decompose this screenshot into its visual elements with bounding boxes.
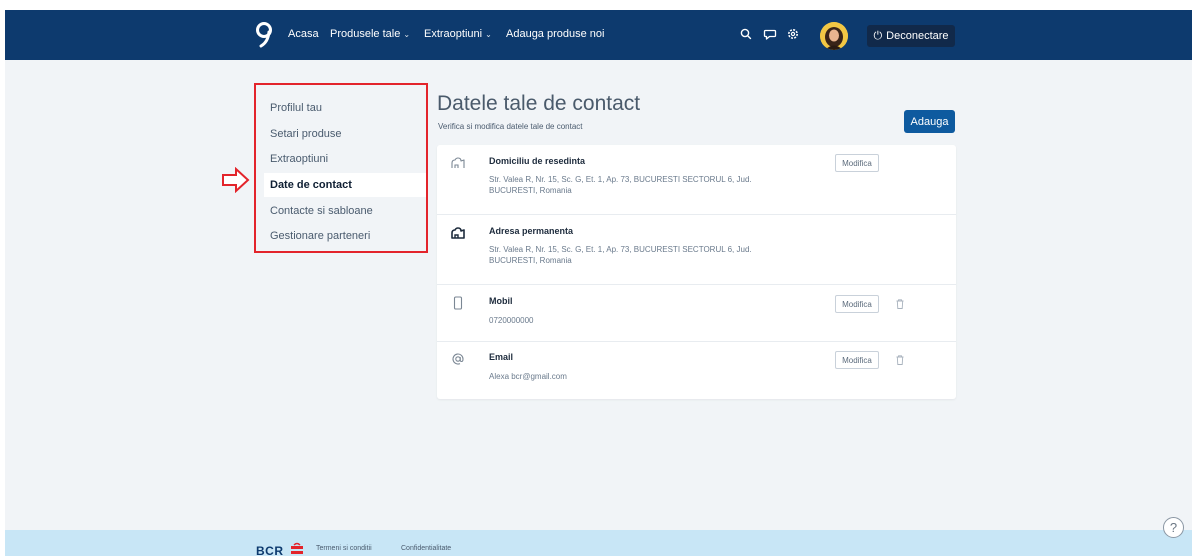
at-sign-icon: [452, 353, 464, 365]
contact-row-residence: Domiciliu de resedinta Str. Valea R, Nr.…: [437, 145, 956, 215]
footer: BCR Termeni si conditii Confidentialitat…: [5, 530, 1192, 556]
modify-button[interactable]: Modifica: [835, 295, 879, 313]
sidebar-item-contact-data[interactable]: Date de contact: [264, 173, 426, 197]
home-outline-icon: [451, 157, 465, 168]
logout-button[interactable]: ⏻ Deconectare: [867, 25, 955, 47]
help-button[interactable]: ?: [1163, 517, 1184, 538]
sidebar-item-extras[interactable]: Extraoptiuni: [264, 147, 426, 171]
phone-icon: [453, 296, 463, 310]
contact-data-card: Domiciliu de resedinta Str. Valea R, Nr.…: [437, 145, 956, 399]
chat-icon[interactable]: [762, 26, 778, 42]
contact-row-permanent-address: Adresa permanenta Str. Valea R, Nr. 15, …: [437, 215, 956, 285]
row-email-address: Alexa bcr@gmail.com: [489, 372, 567, 381]
bcr-logo-icon: [291, 542, 303, 554]
row-phone-number: 0720000000: [489, 316, 534, 325]
home-filled-icon: [451, 227, 465, 239]
gear-icon[interactable]: [785, 26, 801, 42]
add-contact-button[interactable]: Adauga: [904, 110, 955, 133]
sidebar-item-contacts-templates[interactable]: Contacte si sabloane: [264, 199, 426, 223]
sidebar-item-profile[interactable]: Profilul tau: [264, 96, 426, 120]
sidebar-item-product-settings[interactable]: Setari produse: [264, 122, 426, 146]
settings-sidebar: Profilul tau Setari produse Extraoptiuni…: [254, 83, 428, 253]
row-title: Adresa permanenta: [489, 226, 574, 236]
george-logo[interactable]: [253, 20, 275, 50]
sidebar-item-partners[interactable]: Gestionare parteneri: [264, 224, 426, 248]
row-address: Str. Valea R, Nr. 15, Sc. G, Et. 1, Ap. …: [489, 175, 752, 195]
page-title: Datele tale de contact: [437, 92, 641, 115]
footer-terms-link[interactable]: Termeni si conditii: [316, 545, 372, 552]
row-title: Mobil: [489, 296, 513, 306]
footer-privacy-link[interactable]: Confidentialitate: [401, 545, 451, 552]
contact-row-email: Email Alexa bcr@gmail.com Modifica: [437, 342, 956, 399]
modify-button[interactable]: Modifica: [835, 154, 879, 172]
contact-row-mobile: Mobil 0720000000 Modifica: [437, 285, 956, 342]
chevron-down-icon: ⌄: [403, 30, 411, 39]
nav-home-link[interactable]: Acasa: [288, 28, 319, 40]
bcr-logo-text: BCR: [256, 544, 284, 556]
modify-button[interactable]: Modifica: [835, 351, 879, 369]
avatar[interactable]: [820, 22, 848, 50]
trash-icon[interactable]: [894, 298, 906, 310]
pointer-arrow-icon: [222, 167, 250, 193]
nav-add-products-link[interactable]: Adauga produse noi: [506, 28, 604, 40]
page-subtitle: Verifica si modifica datele tale de cont…: [438, 122, 583, 131]
avatar-image: [820, 22, 848, 50]
nav-products-menu[interactable]: Produsele tale ⌄: [330, 28, 410, 40]
top-nav-bar: Acasa Produsele tale ⌄ Extraoptiuni ⌄ Adau…: [5, 10, 1192, 60]
nav-extras-menu[interactable]: Extraoptiuni ⌄: [424, 28, 492, 40]
logout-label: Deconectare: [886, 30, 949, 42]
row-title: Domiciliu de resedinta: [489, 156, 586, 166]
nav-products-label: Produsele tale: [330, 28, 401, 40]
app-frame: Acasa Produsele tale ⌄ Extraoptiuni ⌄ Adau…: [5, 10, 1192, 556]
power-icon: ⏻: [873, 29, 883, 42]
row-address: Str. Valea R, Nr. 15, Sc. G, Et. 1, Ap. …: [489, 245, 752, 265]
chevron-down-icon: ⌄: [485, 30, 492, 39]
nav-extras-label: Extraoptiuni: [424, 28, 483, 40]
trash-icon[interactable]: [894, 354, 906, 366]
row-title: Email: [489, 352, 514, 362]
search-icon[interactable]: [738, 26, 754, 42]
